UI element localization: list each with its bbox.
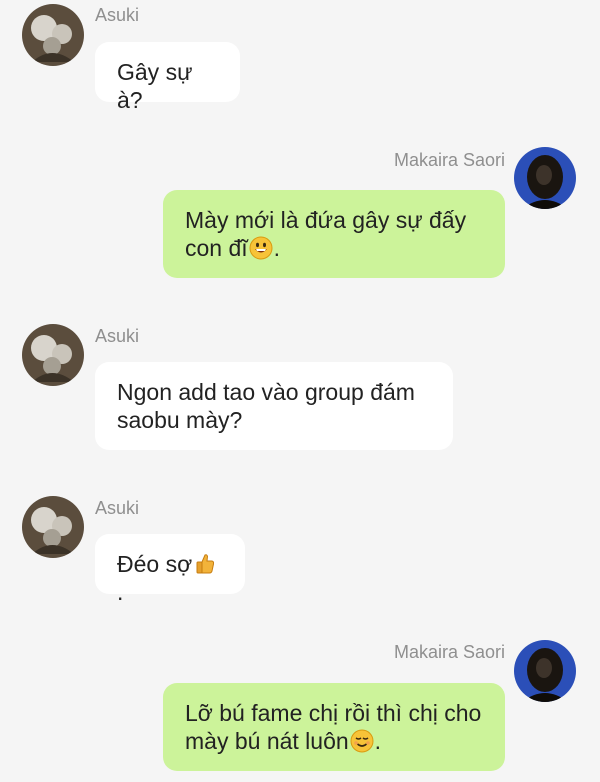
avatar-asuki[interactable] xyxy=(22,4,84,66)
avatar-makaira-saori[interactable] xyxy=(514,147,576,209)
message-bubble[interactable]: Mày mới là đứa gây sự đấy con đĩ. xyxy=(163,190,505,278)
sender-name: Asuki xyxy=(95,498,140,518)
avatar-asuki[interactable] xyxy=(22,324,84,386)
message-bubble[interactable]: Lỡ bú fame chị rồi thì chị cho mày bú ná… xyxy=(163,683,505,771)
message-punctuation: . xyxy=(374,728,382,754)
avatar-makaira-saori[interactable] xyxy=(514,640,576,702)
message-text: Mày mới là đứa gây sự đấy con đĩ xyxy=(185,207,467,261)
sender-name: Makaira Saori xyxy=(393,642,505,662)
avatar-asuki[interactable] xyxy=(22,496,84,558)
thumbs-up-emoji xyxy=(193,552,217,576)
message-text: Lỡ bú fame chị rồi thì chị cho mày bú ná… xyxy=(185,700,482,754)
message-bubble[interactable]: Gây sự à? xyxy=(95,42,240,113)
message-text: Đéo sợ xyxy=(117,551,193,577)
sender-name: Asuki xyxy=(95,326,140,346)
relieved-smile-emoji xyxy=(350,729,374,753)
message-bubble[interactable]: Ngon add tao vào group đám saobu mày? xyxy=(95,362,453,450)
sender-name: Makaira Saori xyxy=(393,150,505,170)
sender-name: Asuki xyxy=(95,5,140,25)
message-punctuation: . xyxy=(117,579,124,605)
grinning-face-emoji xyxy=(249,236,273,260)
message-bubble[interactable]: Đéo sợ. xyxy=(95,534,245,605)
message-punctuation: . xyxy=(273,235,281,261)
message-text: Ngon add tao vào group đám saobu mày? xyxy=(117,379,415,433)
message-text: Gây sự à? xyxy=(117,59,193,113)
